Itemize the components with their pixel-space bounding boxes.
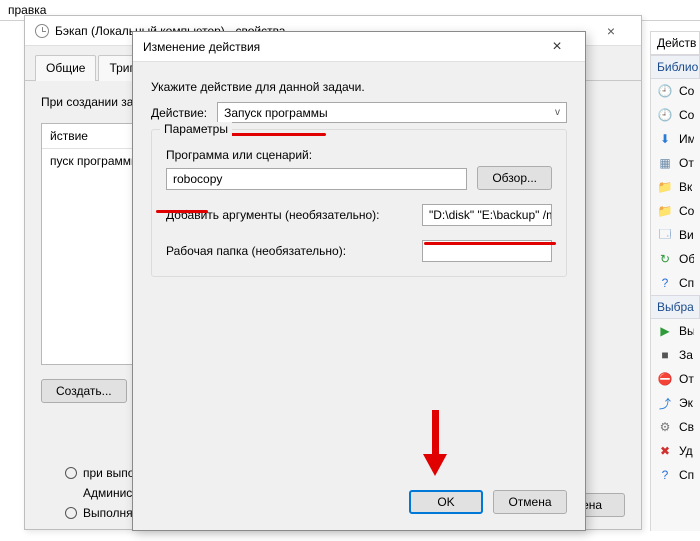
action-item-icon: ⛔ [657,371,673,387]
ok-button[interactable]: OK [409,490,483,514]
action-item-icon: ⤴ [657,395,673,411]
actions-pane-item[interactable]: ✖ Уд [651,439,700,463]
action-item-label: Сп [679,468,694,482]
action-item-label: Уд [679,444,693,458]
close-icon[interactable]: × [591,16,631,46]
actions-pane-section-library: Библио [651,55,700,79]
actions-pane: Действ Библио 🕘 Со 🕘 Со ⬇ Им ▦ От 📁 Вк 📁 Со 🗔 Ви ↻ Об? С… [650,31,700,531]
action-label: Действие: [151,106,207,120]
action-item-label: Ви [679,228,694,242]
cancel-button[interactable]: Отмена [493,490,567,514]
actions-pane-item[interactable]: ▦ От [651,151,700,175]
actions-pane-item[interactable]: 📁 Вк [651,175,700,199]
startin-label: Рабочая папка (необязательно): [166,244,410,258]
action-item-label: За [679,348,693,362]
annotation-underline [156,210,208,213]
action-item-label: От [679,372,694,386]
action-item-icon: 📁 [657,179,673,195]
action-select-value: Запуск программы [224,106,328,120]
chevron-down-icon: v [555,107,560,118]
annotation-underline [424,242,556,245]
action-item-label: Сп [679,276,694,290]
program-label: Программа или сценарий: [166,148,552,162]
radio-icon[interactable] [65,507,77,519]
actions-pane-item[interactable]: ⬇ Им [651,127,700,151]
actions-pane-item[interactable]: 🕘 Со [651,79,700,103]
action-item-label: Об [679,252,694,266]
action-item-label: Св [679,420,694,434]
action-item-label: Эк [679,396,693,410]
action-item-icon: ⬇ [657,131,673,147]
action-item-icon: ↻ [657,251,673,267]
actions-pane-item[interactable]: ⛔ От [651,367,700,391]
actions-pane-item[interactable]: 🕘 Со [651,103,700,127]
close-icon[interactable]: × [539,38,575,56]
tab-general[interactable]: Общие [35,55,96,81]
actions-pane-item[interactable]: ? Сп [651,463,700,487]
action-item-label: Со [679,204,694,218]
action-item-icon: 📁 [657,203,673,219]
addargs-input-value: "D:\disk" "E:\backup" /m [429,208,552,222]
editact-titlebar: Изменение действия × [133,32,585,62]
clock-icon [35,24,49,38]
action-item-label: От [679,156,694,170]
editact-title-text: Изменение действия [143,40,260,54]
action-item-label: Вы [679,324,694,338]
program-input-value: robocopy [173,172,222,186]
action-item-icon: ? [657,467,673,483]
actions-pane-item[interactable]: ■ За [651,343,700,367]
action-item-icon: ▦ [657,155,673,171]
actions-pane-item[interactable]: ▶ Вы [651,319,700,343]
action-item-icon: ✖ [657,443,673,459]
action-item-label: Со [679,108,694,122]
action-item-icon: ■ [657,347,673,363]
radio-icon[interactable] [65,467,77,479]
actions-pane-item[interactable]: ⤴ Эк [651,391,700,415]
program-input[interactable]: robocopy [166,168,467,190]
action-select[interactable]: Запуск программы v [217,102,567,123]
action-item-label: Со [679,84,694,98]
action-item-label: Им [679,132,694,146]
create-button[interactable]: Создать... [41,379,127,403]
actions-pane-header: Действ [651,31,700,55]
action-item-icon: ▶ [657,323,673,339]
actions-pane-item[interactable]: ⚙ Св [651,415,700,439]
actions-pane-section-selected: Выбра [651,295,700,319]
editact-hint: Укажите действие для данной задачи. [151,80,567,94]
actions-pane-item[interactable]: ↻ Об [651,247,700,271]
edit-action-window: Изменение действия × Укажите действие дл… [132,31,586,531]
actions-pane-item[interactable]: ? Сп [651,271,700,295]
action-item-icon: ⚙ [657,419,673,435]
action-item-icon: 🕘 [657,83,673,99]
parameters-group: Параметры Программа или сценарий: roboco… [151,129,567,277]
parameters-title: Параметры [160,122,232,136]
action-item-icon: ? [657,275,673,291]
actions-pane-item[interactable]: 📁 Со [651,199,700,223]
action-item-icon: 🕘 [657,107,673,123]
action-item-icon: 🗔 [657,227,673,243]
browse-button[interactable]: Обзор... [477,166,552,190]
actions-pane-item[interactable]: 🗔 Ви [651,223,700,247]
action-item-label: Вк [679,180,692,194]
addargs-input[interactable]: "D:\disk" "E:\backup" /m [422,204,552,226]
